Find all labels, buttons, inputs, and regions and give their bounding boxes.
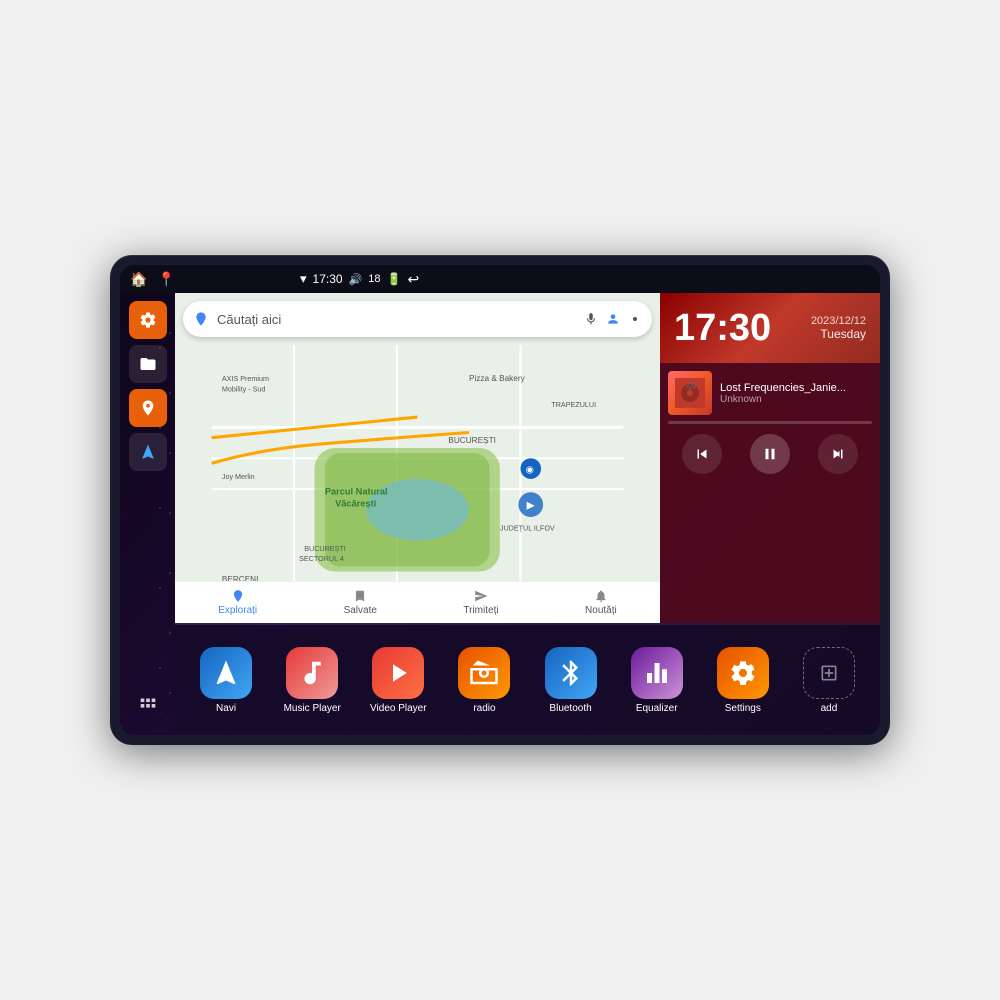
app-navi[interactable]: Navi: [191, 647, 261, 714]
device-screen: 🏠 📍 ▾ 17:30 🔊 18 🔋 ↩: [120, 265, 880, 735]
top-row: Căutați aici: [175, 293, 880, 623]
clock-date: 2023/12/12 Tuesday: [811, 315, 866, 341]
svg-text:AXIS Premium: AXIS Premium: [222, 374, 269, 383]
svg-text:🎶: 🎶: [686, 381, 697, 391]
sidebar-folder-btn[interactable]: [129, 345, 167, 383]
map-container[interactable]: Căutați aici: [175, 293, 660, 623]
sidebar-nav-btn[interactable]: [129, 433, 167, 471]
settings-map-icon[interactable]: [628, 312, 642, 326]
music-artist: Unknown: [720, 394, 872, 405]
right-panel: 17:30 2023/12/12 Tuesday: [660, 293, 880, 623]
app-bluetooth[interactable]: Bluetooth: [536, 647, 606, 714]
music-player-label: Music Player: [284, 703, 341, 714]
svg-text:◉: ◉: [526, 465, 534, 475]
status-bar-right: ▾ 17:30 🔊 18 🔋 ↩: [300, 271, 419, 288]
account-icon[interactable]: [606, 312, 620, 326]
video-player-icon: [372, 647, 424, 699]
svg-text:Mobility - Sud: Mobility - Sud: [222, 384, 266, 393]
app-settings[interactable]: Settings: [708, 647, 778, 714]
video-player-label: Video Player: [370, 703, 427, 714]
map-news-btn[interactable]: Noutăți: [585, 589, 617, 616]
add-icon: [803, 647, 855, 699]
map-explore-btn[interactable]: Explorați: [218, 589, 257, 616]
prev-button[interactable]: [682, 434, 722, 474]
device-frame: 🏠 📍 ▾ 17:30 🔊 18 🔋 ↩: [110, 255, 890, 745]
music-controls: [668, 430, 872, 478]
map-search-text[interactable]: Căutați aici: [217, 312, 576, 327]
map-status-icon[interactable]: 📍: [157, 271, 174, 288]
app-video-player[interactable]: Video Player: [363, 647, 433, 714]
sidebar-settings-btn[interactable]: [129, 301, 167, 339]
bluetooth-icon: [545, 647, 597, 699]
svg-text:▶: ▶: [527, 501, 535, 512]
home-status-icon[interactable]: 🏠: [130, 271, 147, 288]
app-add[interactable]: add: [794, 647, 864, 714]
back-icon[interactable]: ↩: [407, 271, 419, 288]
navi-icon: [200, 647, 252, 699]
music-widget: 🎶 Lost Frequencies_Janie... Unknown: [660, 363, 880, 623]
app-radio[interactable]: radio: [449, 647, 519, 714]
radio-label: radio: [473, 703, 495, 714]
svg-text:Joy Merlin: Joy Merlin: [222, 472, 255, 481]
map-bottom-bar: Explorați Salvate Trimiteți: [175, 581, 660, 623]
sidebar-map-btn[interactable]: [129, 389, 167, 427]
svg-text:Parcul Natural: Parcul Natural: [325, 486, 388, 496]
app-music-player[interactable]: Music Player: [277, 647, 347, 714]
map-saved-btn[interactable]: Salvate: [344, 589, 377, 616]
equalizer-icon: [631, 647, 683, 699]
svg-text:TRAPEZULUI: TRAPEZULUI: [551, 400, 596, 409]
settings-icon: [717, 647, 769, 699]
music-player-icon: [286, 647, 338, 699]
app-grid: Navi Music Player Video Player: [175, 625, 880, 735]
battery-level: 18: [368, 273, 380, 285]
bluetooth-label: Bluetooth: [549, 703, 591, 714]
app-equalizer[interactable]: Equalizer: [622, 647, 692, 714]
next-button[interactable]: [818, 434, 858, 474]
clock-time: 17:30: [674, 309, 771, 347]
clock-widget: 17:30 2023/12/12 Tuesday: [660, 293, 880, 363]
map-search-bar[interactable]: Căutați aici: [183, 301, 652, 337]
mic-icon[interactable]: [584, 312, 598, 326]
svg-text:JUDEȚUL ILFOV: JUDEȚUL ILFOV: [500, 523, 555, 532]
music-album-art: 🎶: [668, 371, 712, 415]
battery-icon: 🔋: [387, 272, 402, 286]
svg-text:Văcărești: Văcărești: [335, 499, 376, 509]
music-title: Lost Frequencies_Janie...: [720, 382, 872, 394]
sidebar-grid-btn[interactable]: [129, 685, 167, 723]
map-send-btn[interactable]: Trimiteți: [463, 589, 498, 616]
add-label: add: [821, 703, 838, 714]
radio-icon: [458, 647, 510, 699]
equalizer-label: Equalizer: [636, 703, 678, 714]
music-progress-bar[interactable]: [668, 421, 872, 424]
pause-button[interactable]: [750, 434, 790, 474]
wifi-icon: ▾: [300, 271, 307, 287]
svg-text:Pizza & Bakery: Pizza & Bakery: [469, 374, 526, 383]
settings-label: Settings: [725, 703, 761, 714]
clock-date-day: Tuesday: [811, 327, 866, 341]
content-area: Căutați aici: [175, 293, 880, 735]
svg-text:BUCUREȘTI: BUCUREȘTI: [304, 544, 346, 553]
status-bar-left: 🏠 📍: [130, 271, 175, 288]
svg-text:SECTORUL 4: SECTORUL 4: [299, 554, 344, 563]
music-text: Lost Frequencies_Janie... Unknown: [720, 382, 872, 405]
navi-label: Navi: [216, 703, 236, 714]
main-area: Căutați aici: [120, 293, 880, 735]
sidebar: [120, 293, 175, 735]
status-time: 17:30: [313, 272, 343, 286]
volume-icon: 🔊: [349, 273, 363, 286]
svg-text:BUCUREȘTI: BUCUREȘTI: [448, 436, 496, 445]
status-bar: 🏠 📍 ▾ 17:30 🔊 18 🔋 ↩: [120, 265, 880, 293]
clock-date-year: 2023/12/12: [811, 315, 866, 327]
music-info: 🎶 Lost Frequencies_Janie... Unknown: [668, 371, 872, 415]
